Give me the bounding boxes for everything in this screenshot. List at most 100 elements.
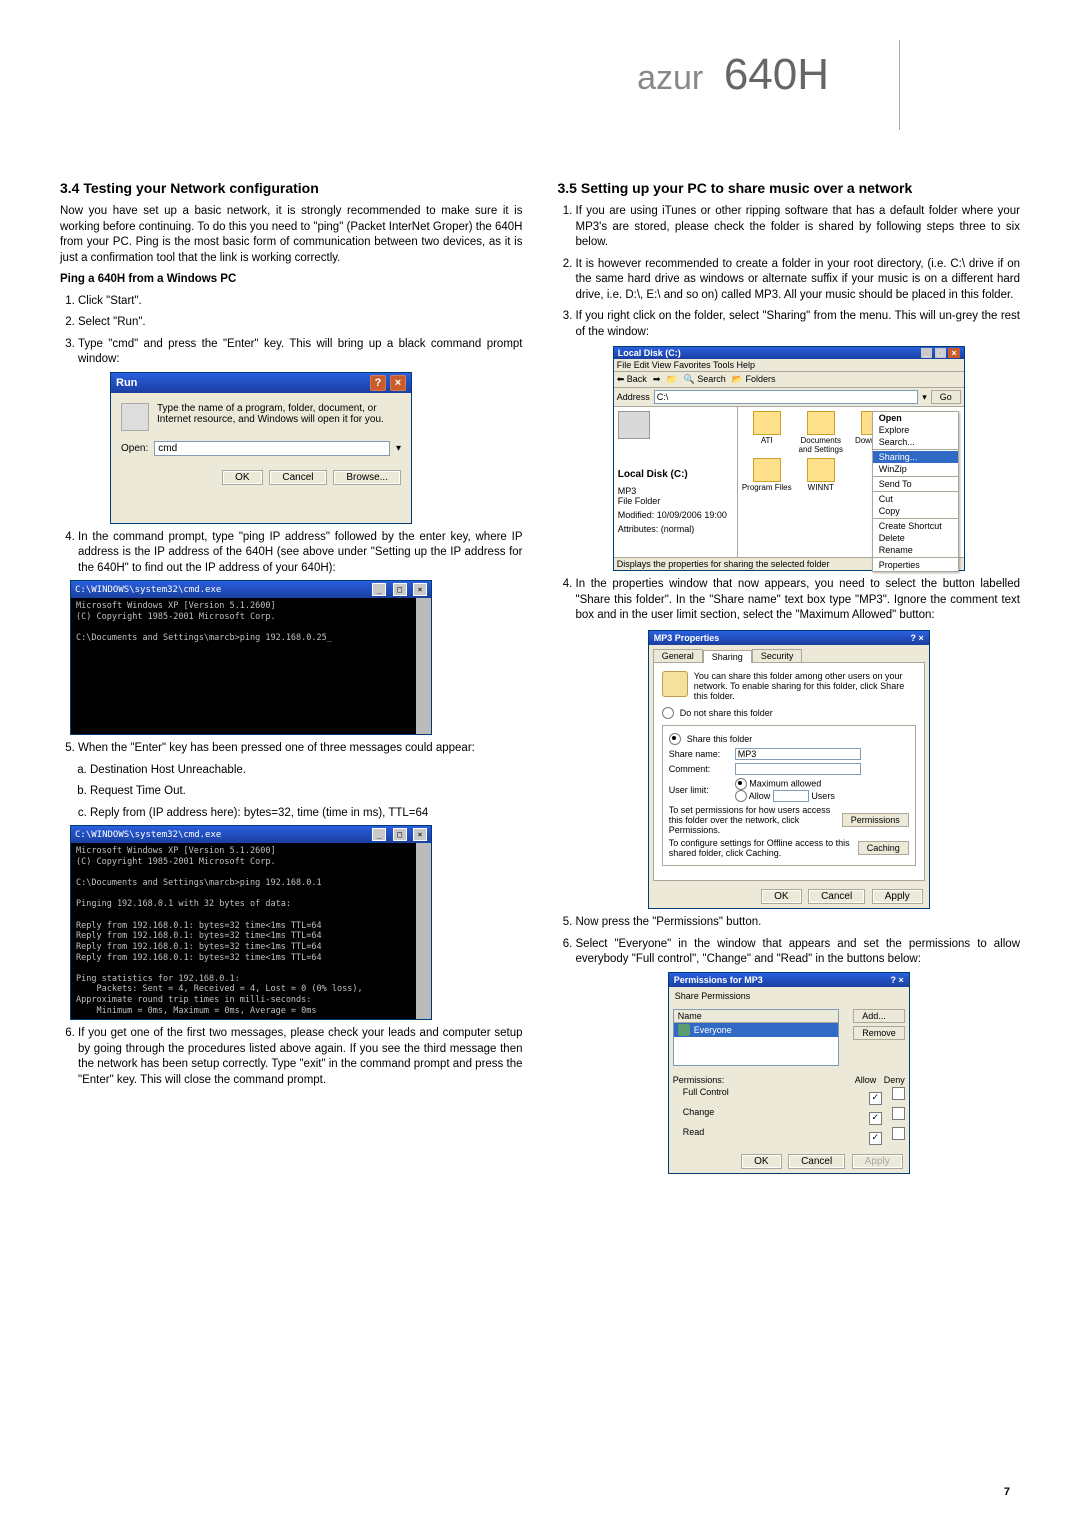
scrollbar[interactable] (416, 843, 431, 1019)
cmd1-body: Microsoft Windows XP [Version 5.1.2600] … (71, 598, 431, 734)
ctx-search[interactable]: Search... (873, 436, 958, 448)
step-2: Select "Run". (78, 315, 523, 331)
chk-rd-deny[interactable] (892, 1127, 905, 1140)
context-menu[interactable]: Open Explore Search... Sharing... WinZip… (872, 411, 959, 572)
apply-button[interactable]: Apply (872, 889, 923, 904)
chk-fc-allow[interactable] (869, 1092, 882, 1105)
browse-button[interactable]: Browse... (333, 470, 401, 485)
ctx-properties[interactable]: Properties (873, 559, 958, 571)
ok-button[interactable]: OK (761, 889, 801, 904)
folder-item[interactable]: ATI (742, 411, 792, 454)
run-icon (121, 403, 149, 431)
permissions-button[interactable]: Permissions (842, 813, 909, 827)
tab-general[interactable]: General (653, 649, 703, 662)
cmd2-text: Microsoft Windows XP [Version 5.1.2600] … (76, 846, 363, 1019)
ctx-rename[interactable]: Rename (873, 544, 958, 556)
ctx-create-shortcut[interactable]: Create Shortcut (873, 520, 958, 532)
close-icon[interactable]: × (898, 975, 903, 985)
minimize-icon[interactable]: _ (372, 583, 386, 596)
dropdown-icon[interactable]: ▾ (396, 443, 401, 454)
page-header: azur 640H (60, 40, 900, 130)
radio-do-not-share[interactable] (662, 707, 674, 719)
folder-item[interactable]: Program Files (742, 458, 792, 492)
folder-item[interactable]: Documents and Settings (796, 411, 846, 454)
ctx-cut[interactable]: Cut (873, 493, 958, 505)
scrollbar[interactable] (416, 598, 431, 734)
minimize-icon[interactable]: _ (921, 348, 932, 358)
radio-share-folder[interactable] (669, 733, 681, 745)
ctx-winzip[interactable]: WinZip (873, 463, 958, 475)
tab-security[interactable]: Security (752, 649, 803, 662)
share-name-input[interactable] (735, 748, 861, 760)
close-icon[interactable]: × (390, 375, 406, 391)
address-input[interactable] (654, 390, 918, 404)
ok-button[interactable]: OK (741, 1154, 781, 1169)
help-icon[interactable]: ? (370, 375, 386, 391)
para-intro: Now you have set up a basic network, it … (60, 204, 523, 266)
folders-button[interactable]: 📂 Folders (732, 374, 776, 385)
help-icon[interactable]: ? (890, 975, 896, 985)
close-icon[interactable]: × (918, 633, 923, 643)
maximize-icon[interactable]: □ (393, 583, 407, 596)
ctx-open[interactable]: Open (873, 412, 958, 424)
apply-button[interactable]: Apply (852, 1154, 903, 1169)
lbl-users: Users (811, 791, 835, 801)
ctx-delete[interactable]: Delete (873, 532, 958, 544)
cancel-button[interactable]: Cancel (788, 1154, 845, 1169)
remove-button[interactable]: Remove (853, 1026, 905, 1040)
maximize-icon[interactable]: □ (393, 828, 407, 841)
chk-ch-deny[interactable] (892, 1107, 905, 1120)
ctx-copy[interactable]: Copy (873, 505, 958, 517)
step-6: If you get one of the first two messages… (78, 1026, 523, 1088)
cancel-button[interactable]: Cancel (269, 470, 326, 485)
cancel-button[interactable]: Cancel (808, 889, 865, 904)
rstep-2: It is however recommended to create a fo… (576, 257, 1021, 304)
minimize-icon[interactable]: _ (372, 828, 386, 841)
cmd1-text: Microsoft Windows XP [Version 5.1.2600] … (76, 601, 332, 643)
ok-button[interactable]: OK (222, 470, 262, 485)
step-1: Click "Start". (78, 294, 523, 310)
help-icon[interactable]: ? (910, 633, 916, 643)
allow-count-input[interactable] (773, 790, 809, 802)
rstep-1: If you are using iTunes or other ripping… (576, 204, 1021, 251)
close-icon[interactable]: × (413, 583, 427, 596)
permissions-header: Permissions: (673, 1075, 725, 1085)
up-button[interactable]: 📁 (666, 374, 677, 385)
open-label: Open: (121, 443, 148, 454)
rstep-5: Now press the "Permissions" button. (576, 915, 1021, 931)
caching-button[interactable]: Caching (858, 841, 909, 855)
cmd2-body: Microsoft Windows XP [Version 5.1.2600] … (71, 843, 431, 1019)
menubar[interactable]: File Edit View Favorites Tools Help (614, 359, 964, 372)
chk-ch-allow[interactable] (869, 1112, 882, 1125)
drive-title: Local Disk (C:) (618, 469, 733, 480)
forward-button[interactable]: ➡ (653, 374, 661, 385)
allow-header: Allow (855, 1075, 877, 1085)
figure-run-dialog: Run ? × Type the name of a program, fold… (110, 372, 412, 524)
open-input[interactable]: cmd (154, 441, 390, 456)
go-button[interactable]: Go (931, 390, 961, 404)
chk-fc-deny[interactable] (892, 1087, 905, 1100)
share-name-label: Share name: (669, 749, 729, 759)
close-icon[interactable]: × (413, 828, 427, 841)
figure-mp3-properties: MP3 Properties ? × General Sharing Secur… (648, 630, 930, 910)
folder-item[interactable]: WINNT (796, 458, 846, 492)
radio-max-allowed[interactable] (735, 778, 747, 790)
add-button[interactable]: Add... (853, 1009, 905, 1023)
rstep-4: In the properties window that now appear… (576, 577, 1021, 624)
search-button[interactable]: 🔍 Search (684, 374, 726, 385)
dropdown-icon[interactable]: ▾ (922, 392, 927, 403)
comment-input[interactable] (735, 763, 861, 775)
ctx-explore[interactable]: Explore (873, 424, 958, 436)
rstep-6: Select "Everyone" in the window that app… (576, 937, 1021, 968)
share-info: You can share this folder among other us… (694, 671, 916, 701)
ctx-sendto[interactable]: Send To (873, 478, 958, 490)
close-icon[interactable]: × (948, 348, 959, 358)
maximize-icon[interactable]: □ (935, 348, 946, 358)
tab-sharing[interactable]: Sharing (703, 650, 752, 663)
chk-rd-allow[interactable] (869, 1132, 882, 1145)
radio-allow-n[interactable] (735, 790, 747, 802)
subhead-ping: Ping a 640H from a Windows PC (60, 272, 523, 288)
back-button[interactable]: ⬅ Back (617, 374, 647, 385)
ctx-sharing[interactable]: Sharing... (873, 451, 958, 463)
user-everyone-row[interactable]: Everyone (674, 1023, 838, 1037)
